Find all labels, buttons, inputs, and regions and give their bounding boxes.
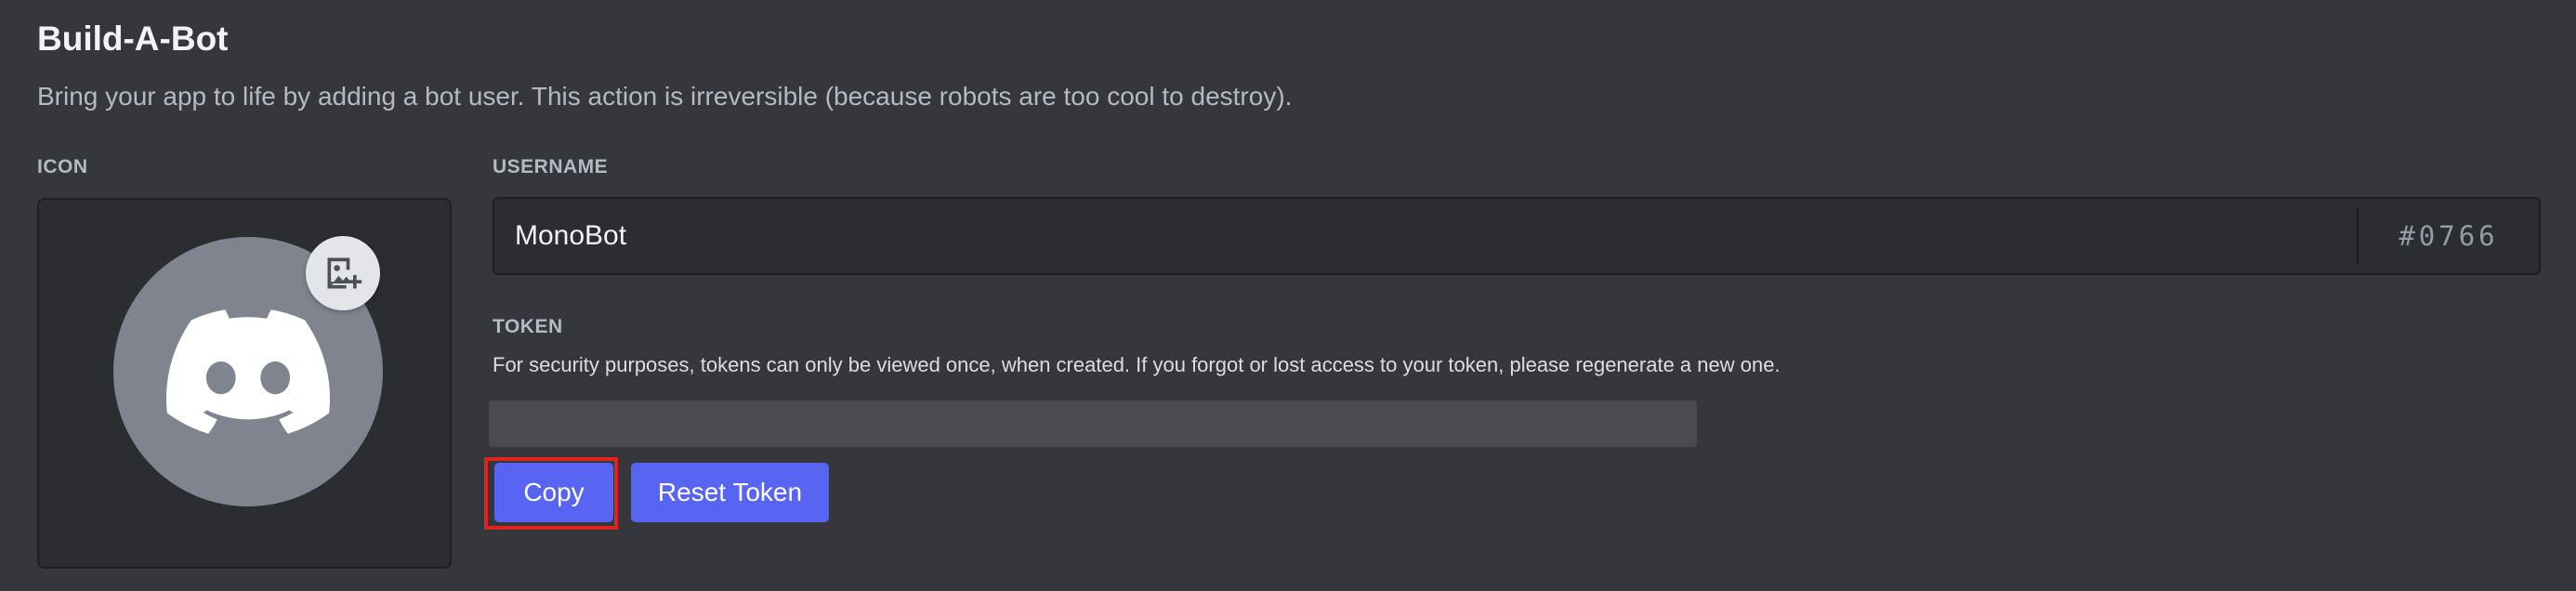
- image-add-icon: [327, 257, 362, 289]
- bot-icon-panel[interactable]: [37, 198, 452, 569]
- discord-logo-icon: [166, 309, 330, 434]
- section-description: Bring your app to life by adding a bot u…: [37, 82, 1293, 111]
- icon-label: ICON: [37, 156, 88, 177]
- copy-button[interactable]: Copy: [494, 463, 613, 522]
- reset-token-button[interactable]: Reset Token: [631, 463, 829, 522]
- token-label: TOKEN: [493, 316, 563, 337]
- username-input[interactable]: [494, 199, 2357, 273]
- section-title: Build-A-Bot: [37, 20, 229, 58]
- discriminator: #0766: [2399, 220, 2499, 252]
- upload-image-button[interactable]: [306, 236, 380, 310]
- username-label: USERNAME: [493, 156, 609, 177]
- build-a-bot-section: Build-A-Bot Bring your app to life by ad…: [0, 0, 2576, 591]
- token-help-text: For security purposes, tokens can only b…: [493, 353, 1781, 376]
- token-display[interactable]: [489, 401, 1697, 447]
- username-field: #0766: [493, 197, 2541, 275]
